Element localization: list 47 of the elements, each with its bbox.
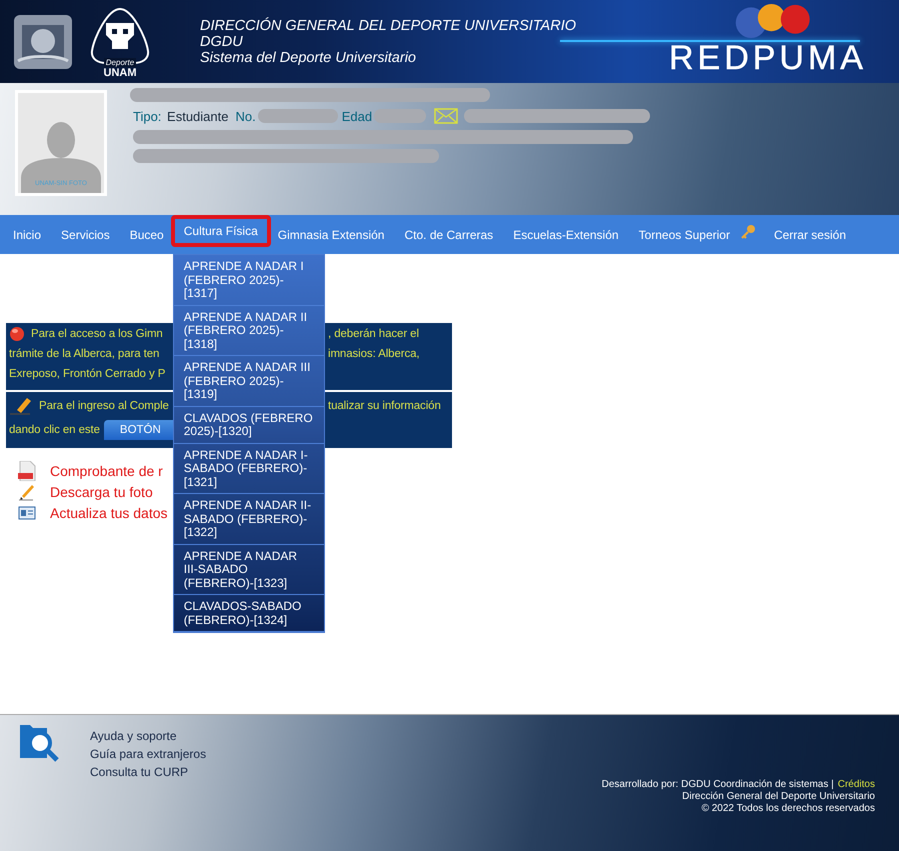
pencil-icon [18, 482, 36, 500]
notice-text: tualizar su información [328, 400, 441, 412]
notice-text: Para el acceso a los Gimn [31, 328, 163, 340]
menu-item[interactable]: APRENDE A NADAR I (FEBRERO 2025)-[1317] [174, 255, 324, 306]
highlighter-icon [9, 396, 33, 416]
footer-link[interactable]: Guía para extranjeros [90, 745, 206, 763]
footer-text: © 2022 Todos los derechos reservados [702, 803, 875, 815]
id-card-icon [18, 504, 36, 520]
header-title: DIRECCIÓN GENERAL DEL DEPORTE UNIVERSITARIO [200, 18, 576, 34]
document-link[interactable]: Descarga tu foto [50, 484, 153, 500]
header-title: Sistema del Deporte Universitario [200, 50, 417, 66]
menu-item[interactable]: APRENDE A NADAR III (FEBRERO 2025)-[1319] [174, 356, 324, 406]
notice-text: trámite de la Alberca, para ten [9, 348, 160, 360]
redacted-bar [374, 109, 426, 123]
pdf-file-icon [18, 460, 36, 480]
menu-item[interactable]: APRENDE A NADAR III-SABADO (FEBRERO)-[1323] [174, 544, 324, 595]
document-link[interactable]: Actualiza tus datos [50, 504, 168, 520]
brand-logo-text: REDPUMA [668, 40, 867, 76]
alert-dot-icon [9, 326, 25, 342]
footer-text: Dirección General del Deporte Universitario [682, 791, 875, 803]
notice-text: dando clic en este [9, 424, 100, 436]
menu-item[interactable]: APRENDE A NADAR II (FEBRERO 2025)-[1318] [174, 306, 324, 356]
field-label: Edad [342, 108, 372, 124]
menu-item[interactable]: CLAVADOS (FEBRERO 2025)-[1320] [174, 406, 324, 444]
menu-item[interactable]: CLAVADOS-SABADO (FEBRERO)-[1324] [174, 595, 324, 632]
footer-link[interactable]: Ayuda y soporte [90, 727, 206, 745]
credits-link[interactable]: Créditos [838, 779, 875, 790]
key-icon [740, 224, 756, 240]
field-label: No. [235, 108, 256, 124]
menu-item[interactable]: APRENDE A NADAR I-SABADO (FEBRERO)-[1321] [174, 444, 324, 494]
logout-link[interactable]: Cerrar sesión [760, 218, 859, 251]
notice-text: Para el ingreso al Comple [39, 400, 169, 412]
menu-item[interactable]: APRENDE A NADAR II-SABADO (FEBRERO)-[1322] [174, 494, 324, 544]
nav-link[interactable]: Cultura Física [170, 214, 271, 246]
developer-credit: Desarrollado por: DGDU Coordinación de sistemas | [602, 779, 834, 790]
field-label: Tipo: [133, 108, 162, 124]
document-link[interactable]: Comprobante de r [50, 462, 163, 478]
avatar-silhouette-icon [21, 120, 101, 178]
logo-name: UNAM [104, 66, 136, 78]
logo-caption: Deporte [104, 58, 136, 66]
notice-text: Exreposo, Frontón Cerrado y P [9, 368, 166, 380]
footer-link[interactable]: Consulta tu CURP [90, 763, 206, 781]
notice-text: , deberán hacer el [328, 328, 419, 340]
notice-text: imnasios: Alberca, [328, 348, 420, 360]
header-title: DGDU [200, 34, 244, 50]
field-value: Estudiante [166, 108, 228, 124]
envelope-icon [434, 107, 458, 125]
